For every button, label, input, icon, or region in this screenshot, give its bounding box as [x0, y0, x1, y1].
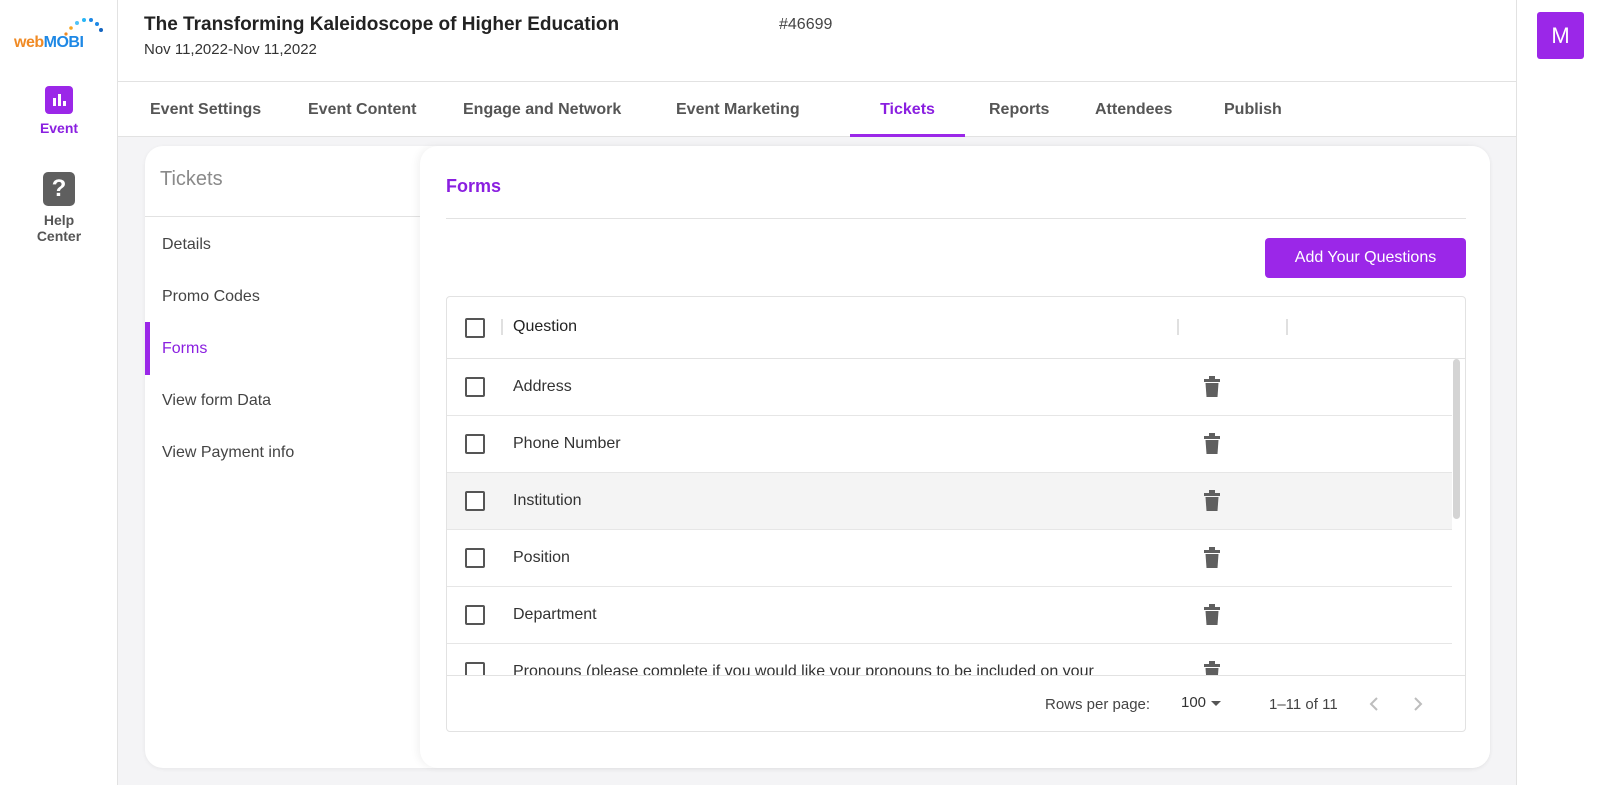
- subnav-item-details[interactable]: Details: [145, 218, 420, 271]
- event-header: The Transforming Kaleidoscope of Higher …: [118, 0, 1516, 82]
- event-dates: Nov 11,2022-Nov 11,2022: [144, 41, 317, 58]
- subnav-item-view-form-data[interactable]: View form Data: [145, 374, 420, 427]
- rail-item-help-center[interactable]: ? Help Center: [0, 172, 118, 244]
- column-divider[interactable]: [1286, 319, 1288, 335]
- trash-icon[interactable]: [1202, 604, 1222, 626]
- tab-tickets[interactable]: Tickets: [850, 82, 965, 137]
- next-page-button[interactable]: [1404, 690, 1432, 718]
- tab-engage-and-network[interactable]: Engage and Network: [445, 82, 639, 137]
- logo-text: webMOBI: [14, 34, 84, 51]
- question-cell: Institution: [513, 492, 582, 509]
- previous-page-button[interactable]: [1360, 690, 1388, 718]
- add-your-questions-button[interactable]: Add Your Questions: [1265, 238, 1466, 278]
- table-row[interactable]: Department: [447, 587, 1452, 644]
- help-question-icon: ?: [43, 172, 75, 206]
- tab-attendees[interactable]: Attendees: [1077, 82, 1190, 137]
- table-row[interactable]: Institution: [447, 473, 1452, 530]
- question-cell: Department: [513, 606, 597, 623]
- question-cell: Position: [513, 549, 570, 566]
- chevron-left-icon: [1369, 697, 1378, 711]
- row-checkbox[interactable]: [465, 434, 485, 454]
- event-title: The Transforming Kaleidoscope of Higher …: [144, 14, 620, 35]
- table-row[interactable]: Address: [447, 359, 1452, 416]
- tab-event-marketing[interactable]: Event Marketing: [658, 82, 818, 137]
- row-checkbox[interactable]: [465, 548, 485, 568]
- chevron-right-icon: [1414, 697, 1423, 711]
- bar-chart-icon: [45, 86, 73, 114]
- row-checkbox[interactable]: [465, 377, 485, 397]
- divider: [145, 216, 420, 217]
- subnav-item-promo-codes[interactable]: Promo Codes: [145, 270, 420, 323]
- trash-icon[interactable]: [1202, 661, 1222, 675]
- subnav-item-view-payment-info[interactable]: View Payment info: [145, 426, 420, 479]
- main-tabs: Event Settings Event Content Engage and …: [118, 82, 1516, 137]
- table-row[interactable]: Phone Number: [447, 416, 1452, 473]
- select-all-checkbox[interactable]: [465, 318, 485, 338]
- tab-event-content[interactable]: Event Content: [290, 82, 434, 137]
- left-rail: webMOBI Event ? Help Center: [0, 0, 118, 785]
- row-checkbox[interactable]: [465, 491, 485, 511]
- question-cell: Address: [513, 378, 572, 395]
- divider: [446, 218, 1466, 219]
- content-card: Tickets Details Promo Codes Forms View f…: [145, 146, 1490, 768]
- avatar[interactable]: M: [1537, 12, 1584, 59]
- caret-down-icon: [1211, 701, 1221, 706]
- scrollbar-thumb[interactable]: [1453, 359, 1460, 519]
- column-divider[interactable]: [501, 319, 503, 335]
- trash-icon[interactable]: [1202, 490, 1222, 512]
- trash-icon[interactable]: [1202, 433, 1222, 455]
- forms-panel: Forms Add Your Questions Question Addres…: [420, 146, 1490, 768]
- row-checkbox[interactable]: [465, 605, 485, 625]
- column-header-question[interactable]: Question: [513, 318, 577, 336]
- tab-publish[interactable]: Publish: [1206, 82, 1300, 137]
- row-checkbox[interactable]: [465, 662, 485, 675]
- right-strip: M: [1516, 0, 1600, 785]
- pagination-range: 1–11 of 11: [1269, 696, 1338, 713]
- subnav-item-forms[interactable]: Forms: [145, 322, 420, 375]
- rail-item-label: Event: [39, 120, 79, 136]
- subnav-title: Tickets: [160, 168, 223, 190]
- table-row[interactable]: Pronouns (please complete if you would l…: [447, 644, 1452, 675]
- event-id: #46699: [779, 16, 833, 33]
- rail-item-label: Help: [43, 212, 75, 228]
- table-header: Question: [447, 297, 1465, 359]
- rows-per-page-select[interactable]: 100: [1181, 694, 1235, 716]
- tickets-subnav: Tickets Details Promo Codes Forms View f…: [145, 146, 420, 768]
- table-body[interactable]: Address Phone Number Institution Positio…: [447, 359, 1465, 675]
- rows-per-page-label: Rows per page:: [1045, 696, 1151, 713]
- question-cell: Pronouns (please complete if you would l…: [513, 663, 1094, 675]
- rail-item-label: Center: [36, 228, 82, 244]
- rail-item-event[interactable]: Event: [0, 86, 118, 136]
- table-pagination: Rows per page: 100 1–11 of 11: [447, 675, 1465, 731]
- trash-icon[interactable]: [1202, 547, 1222, 569]
- webmobi-logo[interactable]: webMOBI: [14, 16, 104, 56]
- trash-icon[interactable]: [1202, 376, 1222, 398]
- tab-event-settings[interactable]: Event Settings: [132, 82, 279, 137]
- rows-per-page-value: 100: [1181, 694, 1207, 711]
- column-divider[interactable]: [1177, 319, 1179, 335]
- table-row[interactable]: Position: [447, 530, 1452, 587]
- tab-reports[interactable]: Reports: [971, 82, 1067, 137]
- table-scrollbar[interactable]: [1453, 359, 1460, 675]
- question-cell: Phone Number: [513, 435, 621, 452]
- questions-table: Question Address Phone Number Institutio…: [446, 296, 1466, 732]
- panel-title: Forms: [446, 176, 502, 196]
